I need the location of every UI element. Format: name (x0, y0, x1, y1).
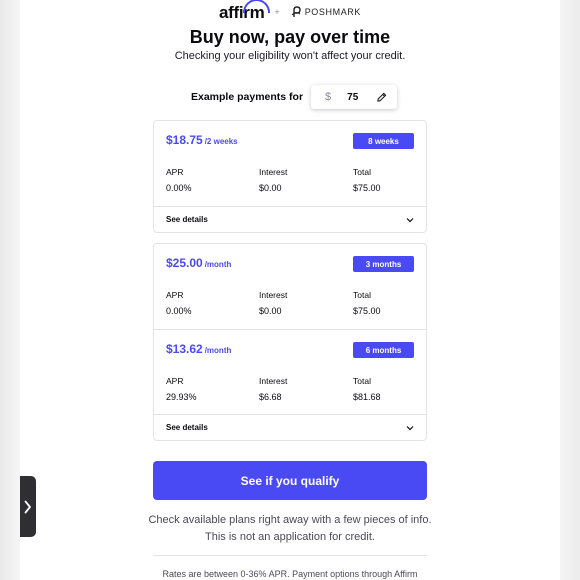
see-details-label: See details (166, 423, 208, 432)
plus-sign: + (274, 7, 280, 17)
plan-option[interactable]: $25.00/month 3 months APR 0.00% Interest… (154, 244, 426, 329)
amount-value[interactable]: 75 (347, 92, 376, 103)
interest-label: Interest (259, 376, 288, 386)
interest-value: $6.68 (259, 392, 282, 402)
see-details-label: See details (166, 215, 208, 224)
poshmark-logo-icon (291, 6, 301, 17)
apr-column: APR 0.00% (166, 167, 192, 193)
chevron-down-icon[interactable] (406, 424, 414, 432)
total-label: Total (353, 167, 371, 177)
total-value: $75.00 (353, 306, 381, 316)
total-column: Total $75.00 (353, 167, 381, 193)
plan-price-amount: $13.62 (166, 342, 203, 356)
plan-price-amount: $25.00 (166, 256, 203, 270)
interest-value: $0.00 (259, 183, 282, 193)
page-title: Buy now, pay over time (189, 27, 391, 47)
plan-card-1: $18.75/2 weeks 8 weeks APR 0.00% Interes… (153, 120, 427, 233)
affirm-logo: affirm (219, 0, 270, 23)
amount-input[interactable]: $ 75 (311, 85, 398, 109)
see-details-toggle[interactable]: See details (154, 206, 426, 232)
currency-symbol: $ (325, 91, 332, 103)
plan-card-2: $25.00/month 3 months APR 0.00% Interest… (153, 243, 427, 441)
plan-price-period: /month (204, 260, 232, 269)
interest-value: $0.00 (259, 306, 282, 316)
info-line-1: Check available plans right away with a … (148, 514, 432, 526)
chevron-down-icon[interactable] (406, 216, 414, 224)
interest-column: Interest $6.68 (259, 376, 287, 402)
apr-label: APR (166, 167, 184, 177)
total-column: Total $75.00 (353, 290, 381, 316)
plan-option[interactable]: $13.62/month 6 months APR 29.93% Interes… (154, 329, 426, 414)
plan-price: $25.00/month (166, 256, 231, 270)
chevron-right-icon (24, 500, 31, 513)
total-label: Total (353, 290, 371, 300)
plan-option[interactable]: $18.75/2 weeks 8 weeks APR 0.00% Interes… (154, 121, 426, 206)
info-text: Check available plans right away with a … (20, 512, 560, 546)
total-label: Total (353, 376, 371, 386)
apr-column: APR 29.93% (166, 376, 197, 402)
info-line-2: This is not an application for credit. (205, 531, 375, 543)
example-payments-label: Example payments for (191, 91, 304, 103)
plan-term-badge: 8 weeks (353, 133, 414, 149)
page-subtitle: Checking your eligibility won't affect y… (174, 50, 406, 62)
interest-label: Interest (259, 167, 288, 177)
side-expand-tab[interactable] (20, 476, 36, 537)
see-details-toggle[interactable]: See details (154, 414, 426, 440)
plan-price-period: /month (204, 346, 232, 355)
plan-price: $13.62/month (166, 342, 231, 356)
total-value: $75.00 (353, 183, 381, 193)
checkout-panel: affirm + POSHMARK Buy now, pay over time… (20, 0, 560, 580)
example-payments-row: Example payments for $ 75 (191, 85, 398, 109)
logo-row: affirm + POSHMARK (20, 0, 560, 24)
interest-label: Interest (259, 290, 288, 300)
apr-value: 0.00% (166, 183, 192, 193)
partner-logo: POSHMARK (290, 6, 361, 18)
plan-price-amount: $18.75 (166, 133, 203, 147)
interest-column: Interest $0.00 (259, 167, 287, 193)
total-value: $81.68 (353, 392, 381, 402)
affirm-logo-arc (242, 0, 270, 13)
partner-name: POSHMARK (304, 7, 361, 17)
apr-label: APR (166, 376, 184, 386)
rates-disclaimer: Rates are between 0-36% APR. Payment opt… (162, 569, 418, 579)
plan-term-badge: 6 months (353, 342, 414, 358)
see-if-you-qualify-button[interactable]: See if you qualify (153, 461, 427, 500)
apr-column: APR 0.00% (166, 290, 192, 316)
plan-term-badge: 3 months (353, 256, 414, 272)
apr-value: 29.93% (166, 392, 197, 402)
plan-price: $18.75/2 weeks (166, 133, 238, 147)
pencil-icon[interactable] (376, 92, 387, 103)
apr-value: 0.00% (166, 306, 192, 316)
interest-column: Interest $0.00 (259, 290, 287, 316)
total-column: Total $81.68 (353, 376, 381, 402)
plan-price-period: /2 weeks (204, 137, 238, 146)
divider (153, 555, 427, 556)
apr-label: APR (166, 290, 184, 300)
